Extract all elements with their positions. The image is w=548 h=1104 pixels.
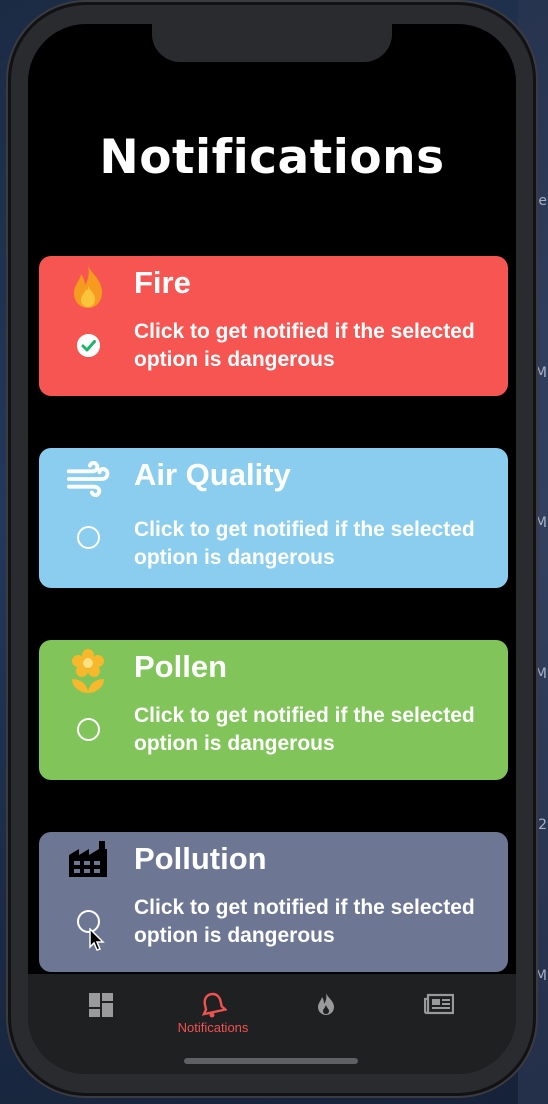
notification-card-fire[interactable]: Fire Click to get notified if the select… [39, 256, 508, 396]
notification-card-air-quality[interactable]: Air Quality Click to get notified if the… [39, 448, 508, 588]
notification-card-pollen[interactable]: Pollen Click to get notified if the sele… [39, 640, 508, 780]
tab-label: Notifications [177, 1020, 249, 1035]
wind-icon [65, 456, 111, 502]
desktop-fragment: le [534, 193, 547, 209]
checkbox-checked[interactable] [77, 334, 100, 357]
card-description: Click to get notified if the selected op… [134, 320, 475, 371]
tab-dashboard[interactable] [46, 992, 156, 1018]
tab-notifications[interactable]: Notifications [158, 992, 268, 1035]
checkbox-unchecked[interactable] [77, 526, 100, 549]
news-icon [424, 993, 454, 1015]
flower-icon [65, 648, 111, 694]
card-description: Click to get notified if the selected op… [134, 518, 475, 569]
card-description: Click to get notified if the selected op… [134, 896, 475, 947]
card-title: Fire [134, 265, 191, 300]
card-title: Air Quality [134, 457, 291, 492]
tab-bar: Notifications [28, 974, 516, 1074]
phone-notch [152, 24, 392, 62]
checkbox-unchecked[interactable] [77, 718, 100, 741]
tab-news[interactable] [384, 992, 494, 1016]
mouse-cursor-icon [89, 928, 105, 951]
check-icon [77, 334, 100, 357]
factory-icon [65, 836, 111, 882]
tab-fire[interactable] [271, 992, 381, 1016]
home-indicator[interactable] [184, 1058, 358, 1064]
flame-icon [318, 993, 334, 1015]
app-screen: Notifications Fire Click to get notified… [28, 24, 516, 1074]
card-title: Pollen [134, 649, 228, 684]
phone-frame: Notifications Fire Click to get notified… [8, 2, 536, 1096]
card-description: Click to get notified if the selected op… [134, 704, 475, 755]
fire-icon [65, 264, 111, 310]
bell-icon [201, 992, 227, 1018]
page-title: Notifications [99, 130, 445, 185]
dashboard-icon [89, 993, 113, 1017]
notification-card-pollution[interactable]: Pollution Click to get notified if the s… [39, 832, 508, 972]
card-title: Pollution [134, 841, 267, 876]
